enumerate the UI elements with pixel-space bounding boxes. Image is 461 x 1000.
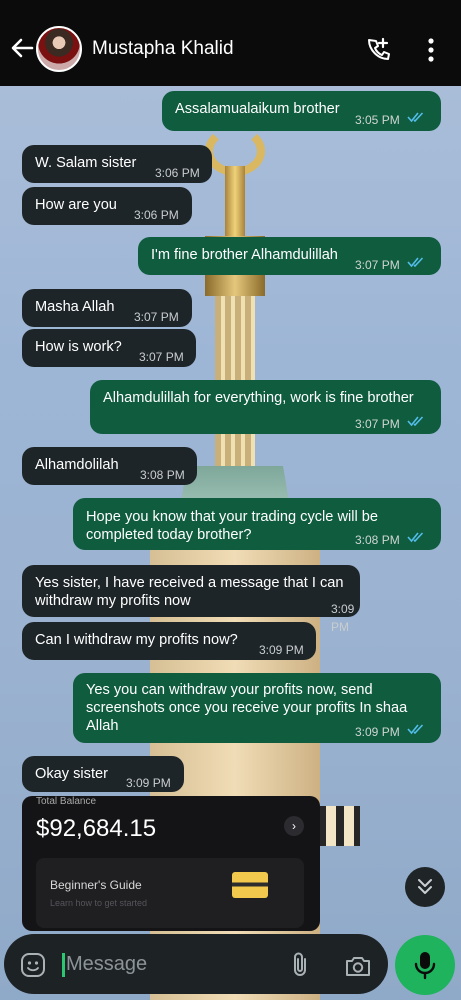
message-time: 3:08 PM <box>140 468 185 482</box>
message-bubble[interactable]: How are you 3:06 PM <box>22 187 192 225</box>
message-bubble[interactable]: W. Salam sister 3:06 PM <box>22 145 212 183</box>
camera-icon[interactable] <box>344 954 372 978</box>
message-bubble[interactable]: Yes you can withdraw your profits now, s… <box>73 673 441 743</box>
mic-icon <box>414 952 436 980</box>
contact-name[interactable]: Mustapha Khalid <box>92 38 234 60</box>
message-text: Okay sister <box>35 766 108 782</box>
chat-header: Mustapha Khalid <box>0 0 461 86</box>
message-input[interactable]: Message <box>66 953 147 976</box>
message-time: 3:09 PM <box>126 776 171 790</box>
back-arrow-icon[interactable] <box>8 34 36 62</box>
message-time: 3:09 PM <box>259 643 304 657</box>
message-time: 3:08 PM <box>355 533 400 547</box>
guide-subtitle: Learn how to get started <box>50 898 148 908</box>
guide-card: Beginner's Guide Learn how to get starte… <box>36 858 304 928</box>
message-bubble[interactable]: Okay sister 3:09 PM <box>22 756 184 792</box>
read-ticks-icon <box>407 532 424 543</box>
message-time: 3:09 PM <box>331 602 355 634</box>
double-chevron-down-icon <box>418 879 432 894</box>
message-line: screenshots once you receive your profit… <box>86 700 408 716</box>
balance-amount: $92,684.15 <box>36 815 157 842</box>
message-line: withdraw my profits now <box>35 593 191 609</box>
message-bubble[interactable]: I'm fine brother Alhamdulillah 3:07 PM <box>138 237 441 275</box>
message-text: Yes sister, I have received a message th… <box>35 574 344 610</box>
attach-icon[interactable] <box>289 951 311 979</box>
text-cursor <box>62 953 65 977</box>
read-ticks-icon <box>407 416 424 427</box>
more-vert-icon[interactable] <box>422 36 440 64</box>
message-line: completed today brother? <box>86 527 252 543</box>
message-line: Yes you can withdraw your profits now, s… <box>86 682 373 698</box>
message-composer: Message <box>4 934 388 994</box>
message-text: How are you <box>35 197 117 213</box>
scroll-down-button[interactable] <box>405 867 445 907</box>
message-time: 3:07 PM <box>355 417 400 431</box>
message-bubble[interactable]: Alhamdulillah for everything, work is fi… <box>90 380 441 434</box>
chevron-right-icon: › <box>284 816 304 836</box>
guide-title: Beginner's Guide <box>50 878 142 892</box>
message-text: Alhamdolilah <box>35 457 119 473</box>
message-text: Hope you know that your trading cycle wi… <box>86 508 378 544</box>
sticker-icon[interactable] <box>20 952 46 978</box>
message-text: Assalamualaikum brother <box>175 101 340 117</box>
message-bubble[interactable]: Alhamdolilah 3:08 PM <box>22 447 197 485</box>
message-bubble[interactable]: Assalamualaikum brother 3:05 PM <box>162 91 441 131</box>
message-line: Hope you know that your trading cycle wi… <box>86 509 379 525</box>
read-ticks-icon <box>407 257 424 268</box>
message-text: Alhamdulillah for everything, work is fi… <box>103 390 414 406</box>
balance-label: Total Balance <box>36 796 97 807</box>
message-text: Masha Allah <box>35 299 115 315</box>
message-text: Can I withdraw my profits now? <box>35 632 238 648</box>
message-line: Yes sister, I have received a message th… <box>35 575 344 591</box>
message-time: 3:09 PM <box>355 725 400 739</box>
message-bubble[interactable]: Hope you know that your trading cycle wi… <box>73 498 441 550</box>
message-text: W. Salam sister <box>35 155 137 171</box>
avatar[interactable] <box>36 26 82 72</box>
guide-illustration <box>232 872 268 898</box>
message-bubble[interactable]: Yes sister, I have received a message th… <box>22 565 360 634</box>
message-time: 3:07 PM <box>355 258 400 272</box>
message-bubble[interactable]: Masha Allah 3:07 PM <box>22 289 192 327</box>
read-ticks-icon <box>407 112 424 123</box>
message-time: 3:05 PM <box>355 113 400 127</box>
message-bubble[interactable]: How is work? 3:07 PM <box>22 329 196 367</box>
message-bubble[interactable]: Can I withdraw my profits now? 3:09 PM <box>22 622 316 660</box>
voice-message-button[interactable] <box>395 935 455 995</box>
message-text: How is work? <box>35 339 122 355</box>
read-ticks-icon <box>407 724 424 735</box>
message-text: I'm fine brother Alhamdulillah <box>151 247 338 263</box>
message-time: 3:06 PM <box>134 208 179 222</box>
message-time: 3:06 PM <box>155 166 200 180</box>
message-time: 3:07 PM <box>134 310 179 324</box>
message-time: 3:07 PM <box>139 350 184 364</box>
add-call-icon[interactable] <box>364 36 392 64</box>
image-message[interactable]: Total Balance $92,684.15 › Beginner's Gu… <box>22 796 320 931</box>
